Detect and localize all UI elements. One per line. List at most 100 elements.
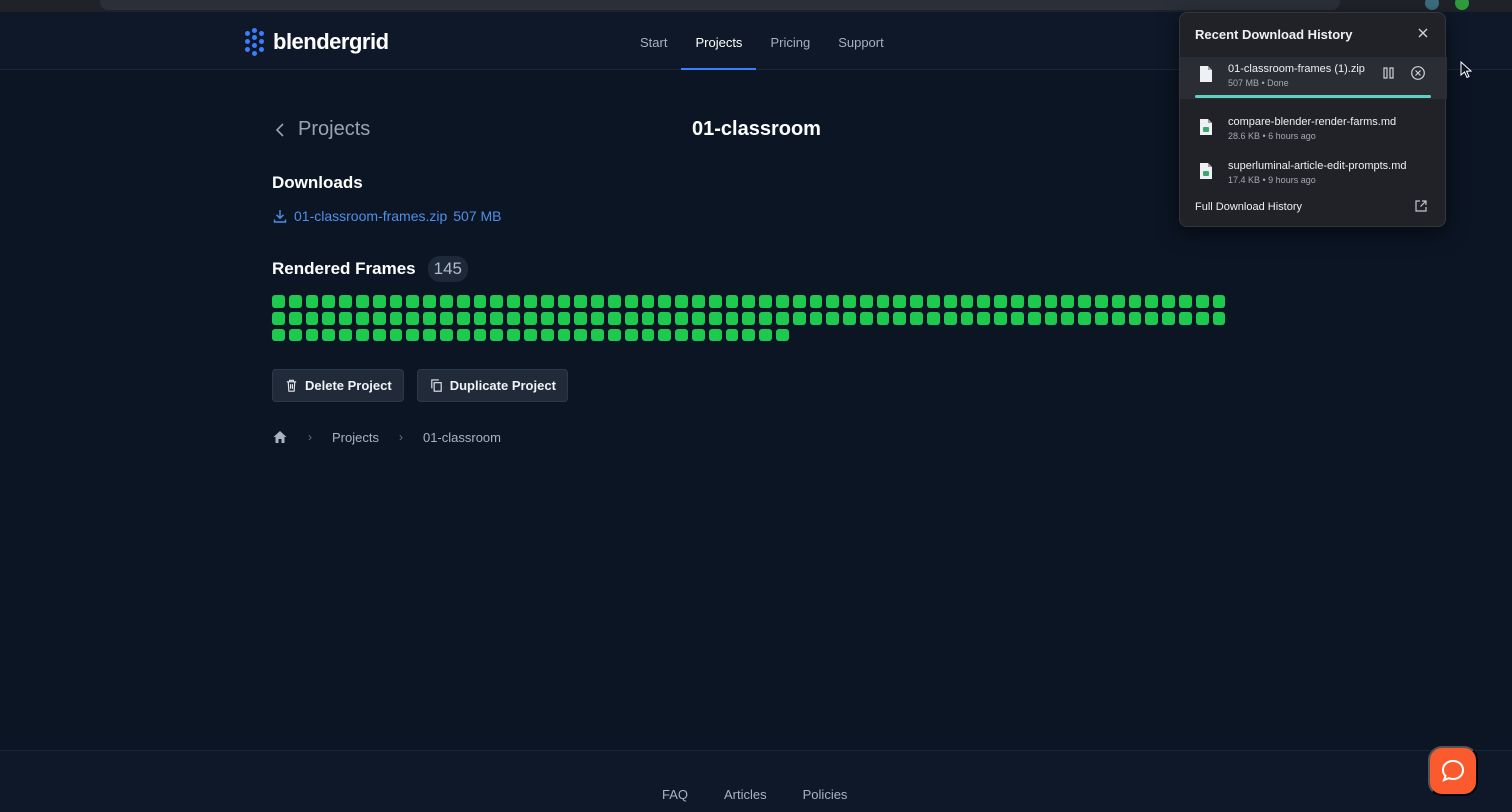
- frame-tile[interactable]: [288, 295, 302, 308]
- frame-tile[interactable]: [439, 295, 453, 308]
- frame-tile[interactable]: [1145, 295, 1159, 308]
- frame-tile[interactable]: [490, 295, 504, 308]
- frame-tile[interactable]: [1111, 311, 1125, 325]
- frame-tile[interactable]: [322, 328, 336, 342]
- frame-tile[interactable]: [792, 311, 806, 325]
- frame-tile[interactable]: [523, 311, 537, 325]
- nav-start[interactable]: Start: [626, 12, 681, 70]
- frame-tile[interactable]: [406, 311, 420, 325]
- frame-tile[interactable]: [305, 328, 319, 342]
- frame-tile[interactable]: [708, 328, 722, 342]
- frame-tile[interactable]: [1195, 295, 1209, 308]
- frame-tile[interactable]: [658, 328, 672, 342]
- frame-tile[interactable]: [473, 295, 487, 308]
- nav-projects[interactable]: Projects: [681, 12, 757, 70]
- frame-tile[interactable]: [708, 295, 722, 308]
- address-bar[interactable]: [100, 0, 1340, 10]
- frame-tile[interactable]: [423, 311, 436, 325]
- frame-tile[interactable]: [775, 295, 789, 308]
- frame-tile[interactable]: [473, 311, 487, 325]
- frame-tile[interactable]: [927, 295, 940, 308]
- frame-tile[interactable]: [691, 295, 705, 308]
- frame-tile[interactable]: [826, 311, 840, 325]
- frame-tile[interactable]: [574, 328, 588, 342]
- frame-tile[interactable]: [389, 311, 403, 325]
- footer-articles-link[interactable]: Articles: [724, 787, 767, 802]
- frame-tile[interactable]: [355, 328, 369, 342]
- full-download-history-link[interactable]: Full Download History: [1195, 201, 1302, 213]
- frame-tile[interactable]: [1027, 295, 1041, 308]
- home-icon[interactable]: [272, 429, 288, 445]
- frame-tile[interactable]: [456, 328, 470, 342]
- delete-project-button[interactable]: Delete Project: [272, 369, 404, 402]
- frame-tile[interactable]: [322, 311, 336, 325]
- frame-tile[interactable]: [859, 295, 873, 308]
- frame-tile[interactable]: [1128, 295, 1142, 308]
- frame-tile[interactable]: [792, 295, 806, 308]
- frame-tile[interactable]: [725, 311, 739, 325]
- frame-tile[interactable]: [624, 295, 638, 308]
- frame-tile[interactable]: [1179, 295, 1192, 308]
- frame-tile[interactable]: [540, 295, 554, 308]
- frame-tile[interactable]: [355, 311, 369, 325]
- frame-tile[interactable]: [725, 328, 739, 342]
- frame-tile[interactable]: [809, 295, 823, 308]
- frame-tile[interactable]: [977, 311, 991, 325]
- frame-tile[interactable]: [607, 311, 621, 325]
- pause-icon[interactable]: [1382, 66, 1396, 80]
- frame-tile[interactable]: [809, 311, 823, 325]
- frame-tile[interactable]: [591, 328, 604, 342]
- frame-tile[interactable]: [456, 311, 470, 325]
- download-zip-link[interactable]: 01-classroom-frames.zip 507 MB: [272, 208, 502, 224]
- frame-tile[interactable]: [1061, 311, 1075, 325]
- frame-tile[interactable]: [943, 295, 957, 308]
- frame-tile[interactable]: [1095, 295, 1108, 308]
- close-icon[interactable]: [1416, 26, 1430, 40]
- frame-tile[interactable]: [624, 311, 638, 325]
- frame-tile[interactable]: [305, 295, 319, 308]
- nav-support[interactable]: Support: [824, 12, 898, 70]
- frame-tile[interactable]: [557, 311, 571, 325]
- frame-tile[interactable]: [288, 311, 302, 325]
- frame-tile[interactable]: [540, 328, 554, 342]
- frame-tile[interactable]: [423, 295, 436, 308]
- download-item[interactable]: 01-classroom-frames (1).zip 507 MB • Don…: [1180, 57, 1447, 99]
- frame-tile[interactable]: [691, 311, 705, 325]
- frame-tile[interactable]: [456, 295, 470, 308]
- frame-tile[interactable]: [624, 328, 638, 342]
- frame-tile[interactable]: [339, 328, 352, 342]
- frame-tile[interactable]: [658, 295, 672, 308]
- frame-tile[interactable]: [658, 311, 672, 325]
- frame-tile[interactable]: [1095, 311, 1108, 325]
- frame-tile[interactable]: [540, 311, 554, 325]
- frame-tile[interactable]: [339, 311, 352, 325]
- frame-tile[interactable]: [272, 311, 285, 325]
- breadcrumb-projects[interactable]: Projects: [332, 430, 379, 445]
- frame-tile[interactable]: [322, 295, 336, 308]
- frame-tile[interactable]: [389, 328, 403, 342]
- frame-tile[interactable]: [406, 328, 420, 342]
- frame-tile[interactable]: [507, 328, 520, 342]
- frame-tile[interactable]: [742, 295, 756, 308]
- frame-tile[interactable]: [1195, 311, 1209, 325]
- frame-tile[interactable]: [775, 328, 789, 342]
- cancel-circle-icon[interactable]: [1410, 65, 1426, 81]
- frame-tile[interactable]: [691, 328, 705, 342]
- frame-tile[interactable]: [927, 311, 940, 325]
- frame-tile[interactable]: [1162, 311, 1176, 325]
- frame-tile[interactable]: [1044, 295, 1058, 308]
- frame-tile[interactable]: [759, 311, 772, 325]
- frame-tile[interactable]: [641, 295, 655, 308]
- frame-tile[interactable]: [272, 328, 285, 342]
- frame-tile[interactable]: [574, 311, 588, 325]
- frame-tile[interactable]: [523, 295, 537, 308]
- frame-tile[interactable]: [372, 328, 386, 342]
- frame-tile[interactable]: [1179, 311, 1192, 325]
- frame-tile[interactable]: [1212, 295, 1226, 308]
- frame-tile[interactable]: [557, 295, 571, 308]
- frame-tile[interactable]: [1078, 295, 1092, 308]
- frame-tile[interactable]: [876, 295, 890, 308]
- frame-tile[interactable]: [591, 311, 604, 325]
- frame-tile[interactable]: [272, 295, 285, 308]
- frame-tile[interactable]: [574, 295, 588, 308]
